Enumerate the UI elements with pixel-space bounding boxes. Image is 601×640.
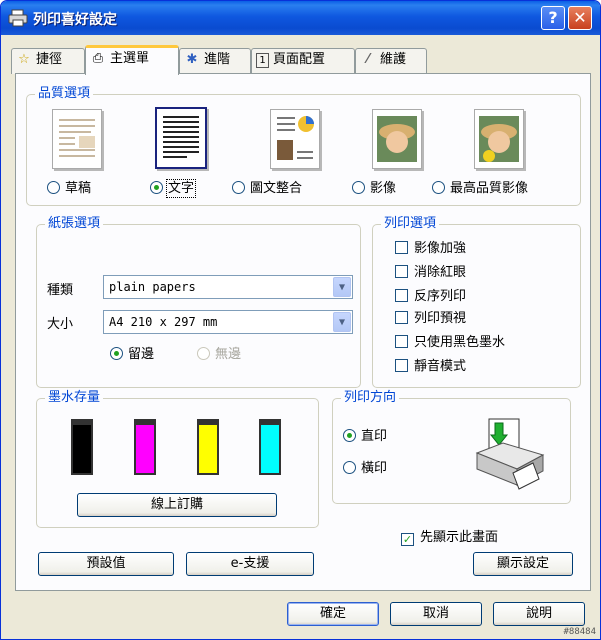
checkbox-indicator — [395, 289, 408, 302]
show-settings-button[interactable]: 顯示設定 — [473, 552, 573, 576]
ink-cyan-cartridge — [259, 419, 281, 475]
quiet-mode-checkbox[interactable]: 靜音模式 — [395, 359, 466, 375]
tab-page-layout[interactable]: 1 頁面配置 — [251, 48, 355, 74]
quality-options-group: 品質選項 草稿 文字 圖文整合 影像 最高品質影像 — [26, 86, 581, 206]
radio-indicator — [110, 347, 123, 360]
with-margin-radio[interactable]: 留邊 — [110, 347, 154, 363]
ink-black-cartridge — [71, 419, 93, 475]
text-page-icon — [163, 116, 199, 158]
radio-indicator — [343, 429, 356, 442]
radio-indicator — [432, 181, 445, 194]
help-button[interactable]: 說明 — [493, 602, 585, 626]
star-icon: ☆ — [18, 52, 30, 67]
ink-magenta-cartridge — [134, 419, 156, 475]
portrait-radio[interactable]: 直印 — [343, 429, 387, 445]
text-quality-icon[interactable] — [155, 107, 207, 169]
buy-online-button[interactable]: 線上訂購 — [77, 493, 277, 517]
portrait-printer-icon — [475, 418, 545, 490]
quality-best-photo-radio[interactable]: 最高品質影像 — [432, 181, 528, 197]
ink-levels-group: 墨水存量 線上訂購 — [36, 390, 319, 528]
quality-photo-radio[interactable]: 影像 — [352, 181, 396, 197]
mixed-page-icon — [277, 116, 314, 160]
draft-quality-icon[interactable] — [52, 109, 102, 169]
print-preview-checkbox[interactable]: 列印預視 — [395, 311, 466, 327]
image-watermark: #88484 — [563, 627, 596, 637]
tab-maintenance[interactable]: ⁄ 維護 — [355, 48, 427, 74]
checkbox-indicator — [395, 335, 408, 348]
paper-size-label: 大小 — [47, 317, 74, 332]
window-title: 列印喜好設定 — [33, 12, 117, 28]
best-photo-page-icon — [479, 116, 519, 162]
image-enhance-checkbox[interactable]: 影像加強 — [395, 241, 466, 257]
chevron-down-icon[interactable]: ▼ — [333, 312, 351, 332]
radio-indicator — [197, 347, 210, 360]
landscape-radio[interactable]: 橫印 — [343, 461, 387, 477]
radio-indicator — [47, 181, 60, 194]
help-title-button[interactable]: ? — [541, 6, 565, 30]
photo-page-icon — [377, 116, 417, 162]
chevron-down-icon[interactable]: ▼ — [333, 277, 351, 297]
checkbox-indicator — [395, 359, 408, 372]
draft-page-icon — [59, 119, 95, 157]
tab-shortcuts[interactable]: ☆ 捷徑 — [11, 48, 85, 74]
print-options-title: 列印選項 — [381, 216, 440, 232]
radio-indicator — [150, 181, 163, 194]
defaults-button[interactable]: 預設值 — [38, 552, 174, 576]
print-preferences-window: 列印喜好設定 ? ✕ ☆ 捷徑 ⎙ 主選單 ✱ 進階 1 頁面配置 ⁄ 維護 品質選項 — [0, 0, 601, 640]
radio-indicator — [352, 181, 365, 194]
reverse-order-checkbox[interactable]: 反序列印 — [395, 289, 466, 305]
black-ink-only-checkbox[interactable]: 只使用黑色墨水 — [395, 335, 505, 351]
tab-advanced[interactable]: ✱ 進階 — [179, 48, 251, 74]
paper-size-select[interactable]: A4 210 x 297 mm ▼ — [103, 310, 353, 334]
printer-icon — [8, 9, 28, 27]
quality-text-image-radio[interactable]: 圖文整合 — [232, 181, 302, 197]
title-bar: 列印喜好設定 ? ✕ — [1, 1, 600, 35]
best-photo-quality-icon[interactable] — [474, 109, 524, 169]
radio-indicator — [232, 181, 245, 194]
orientation-title: 列印方向 — [341, 390, 400, 406]
text-image-quality-icon[interactable] — [270, 109, 320, 169]
print-options-group: 列印選項 影像加強 消除紅眼 反序列印 列印預視 只使用黑色墨水 靜音模式 — [372, 216, 581, 388]
photo-quality-icon[interactable] — [372, 109, 422, 169]
quality-draft-radio[interactable]: 草稿 — [47, 181, 91, 197]
gear-icon: ✱ — [186, 52, 198, 67]
quality-text-radio[interactable]: 文字 — [150, 179, 197, 198]
close-button[interactable]: ✕ — [568, 6, 592, 30]
checkbox-indicator — [395, 265, 408, 278]
red-eye-fix-checkbox[interactable]: 消除紅眼 — [395, 265, 466, 281]
borderless-radio[interactable]: 無邊 — [197, 347, 241, 363]
tab-main[interactable]: ⎙ 主選單 — [85, 45, 179, 75]
page-icon: 1 — [256, 53, 269, 68]
main-tab-panel: 品質選項 草稿 文字 圖文整合 影像 最高品質影像 紙張選項 種類 plain … — [15, 73, 591, 591]
checkbox-indicator — [395, 311, 408, 324]
checkbox-indicator: ✓ — [401, 533, 414, 546]
ok-button[interactable]: 確定 — [287, 602, 379, 626]
paper-options-title: 紙張選項 — [45, 216, 104, 232]
ink-levels-title: 墨水存量 — [45, 390, 104, 406]
ink-yellow-cartridge — [197, 419, 219, 475]
paper-options-group: 紙張選項 種類 plain papers ▼ 大小 A4 210 x 297 m… — [36, 216, 361, 388]
cancel-button[interactable]: 取消 — [390, 602, 482, 626]
paper-type-select[interactable]: plain papers ▼ — [103, 275, 353, 299]
paper-type-label: 種類 — [47, 283, 74, 298]
quality-options-title: 品質選項 — [35, 86, 94, 102]
checkbox-indicator — [395, 241, 408, 254]
show-this-screen-checkbox[interactable]: ✓ 先顯示此畫面 — [401, 530, 498, 546]
radio-indicator — [343, 461, 356, 474]
e-support-button[interactable]: e-支援 — [186, 552, 314, 576]
wrench-icon: ⁄ — [366, 52, 370, 67]
orientation-group: 列印方向 直印 橫印 — [332, 390, 571, 504]
printer-icon: ⎙ — [92, 51, 104, 66]
